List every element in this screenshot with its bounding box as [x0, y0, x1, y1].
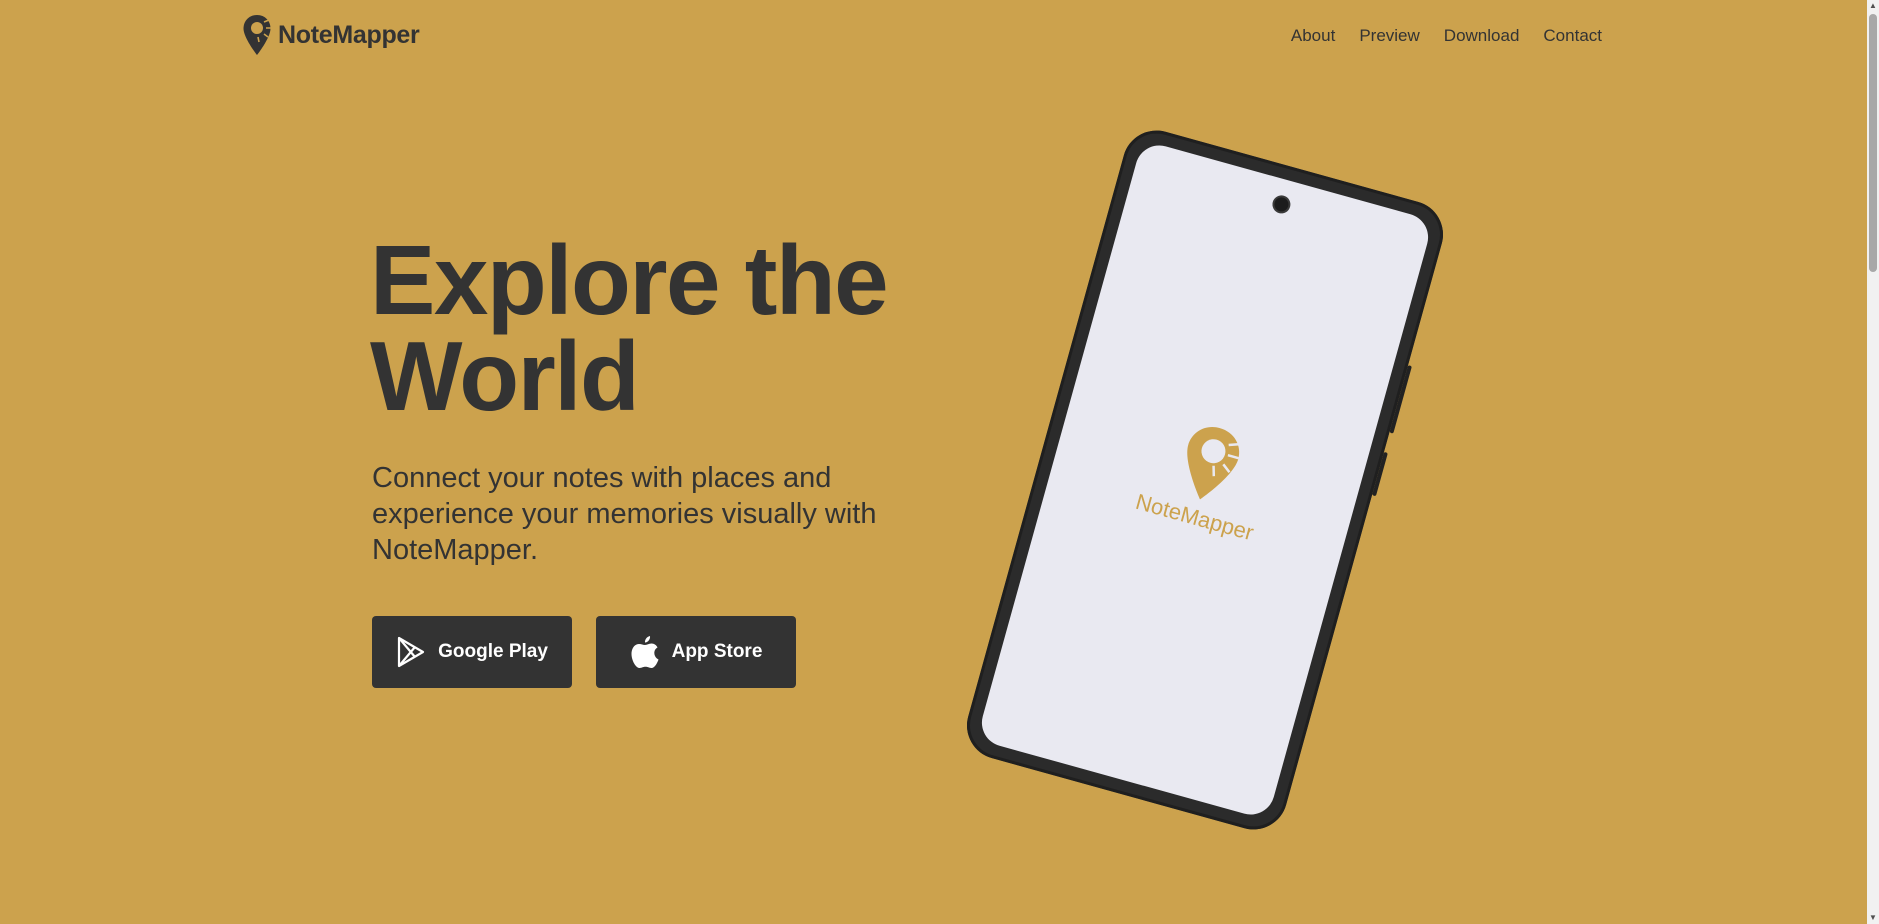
- app-store-label: App Store: [671, 641, 763, 662]
- hero-title-line2: World: [370, 321, 640, 431]
- app-store-button[interactable]: App Store: [596, 616, 796, 688]
- page-scrollbar[interactable]: ▲ ▼: [1867, 0, 1879, 924]
- google-play-button[interactable]: Google Play: [372, 616, 572, 688]
- brand-logo-link[interactable]: NoteMapper: [242, 14, 420, 56]
- nav-link-download[interactable]: Download: [1444, 26, 1520, 46]
- hero-subtitle: Connect your notes with places and exper…: [372, 462, 877, 566]
- scroll-up-arrow-icon[interactable]: ▲: [1867, 0, 1879, 12]
- nav-link-preview[interactable]: Preview: [1359, 26, 1419, 46]
- nav-link-about[interactable]: About: [1291, 26, 1335, 46]
- google-play-icon: [397, 636, 425, 668]
- apple-icon: [631, 636, 659, 669]
- brand-name: NoteMapper: [278, 20, 420, 49]
- google-play-label: Google Play: [438, 641, 548, 662]
- phone-camera: [1272, 195, 1291, 214]
- nav-link-contact[interactable]: Contact: [1543, 26, 1602, 46]
- phone-mockup: NoteMapper: [959, 122, 1451, 838]
- hero-title-line1: Explore the: [370, 225, 889, 335]
- scrollbar-thumb[interactable]: [1869, 14, 1877, 272]
- site-header: NoteMapper About Preview Download Contac…: [0, 0, 1860, 72]
- main-nav: About Preview Download Contact: [1291, 26, 1602, 46]
- map-pin-logo-icon: [243, 15, 271, 55]
- hero-title: Explore the World: [370, 231, 970, 425]
- phone-app-logo: NoteMapper: [1133, 410, 1279, 546]
- scroll-down-arrow-icon[interactable]: ▼: [1867, 912, 1879, 924]
- map-pin-logo-icon: [1186, 426, 1240, 500]
